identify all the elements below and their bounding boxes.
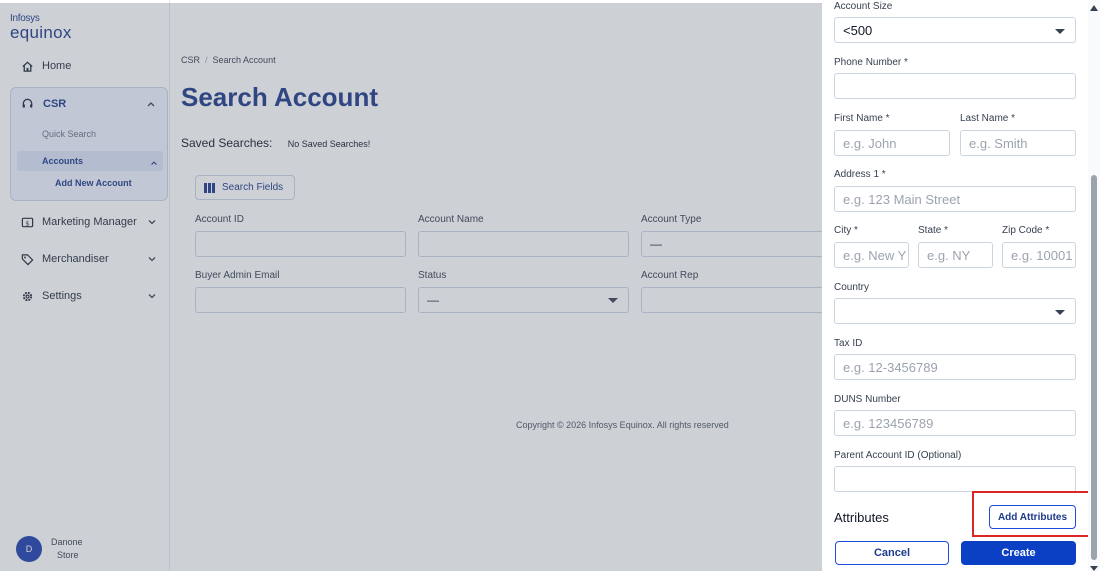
zip-code-input[interactable]: e.g. 10001 <box>1002 242 1076 268</box>
scroll-up-arrow-icon[interactable] <box>1090 5 1098 11</box>
address1-input[interactable]: e.g. 123 Main Street <box>834 186 1076 212</box>
zip-code-placeholder: e.g. 10001 <box>1011 247 1073 263</box>
parent-account-id-input[interactable] <box>834 466 1076 492</box>
state-label: State * <box>918 225 949 236</box>
cancel-button[interactable]: Cancel <box>835 541 949 565</box>
address1-placeholder: e.g. 123 Main Street <box>843 191 961 207</box>
caret-down-icon <box>1055 310 1065 315</box>
last-name-label: Last Name * <box>960 113 1016 124</box>
city-input[interactable]: e.g. New Y <box>834 242 909 268</box>
add-attributes-button[interactable]: Add Attributes <box>989 505 1076 529</box>
duns-number-placeholder: e.g. 123456789 <box>843 415 934 431</box>
zip-code-label: Zip Code * <box>1002 225 1050 236</box>
city-label: City * <box>834 225 858 236</box>
state-placeholder: e.g. NY <box>927 247 971 263</box>
scroll-down-arrow-icon[interactable] <box>1090 566 1098 571</box>
modal-backdrop[interactable] <box>0 3 822 571</box>
last-name-placeholder: e.g. Smith <box>969 135 1028 151</box>
phone-number-input[interactable] <box>834 73 1076 99</box>
country-select[interactable] <box>834 298 1076 324</box>
duns-number-input[interactable]: e.g. 123456789 <box>834 410 1076 436</box>
city-placeholder: e.g. New Y <box>843 247 907 263</box>
phone-number-label: Phone Number * <box>834 57 908 68</box>
parent-account-id-label: Parent Account ID (Optional) <box>834 450 962 461</box>
create-button[interactable]: Create <box>961 541 1076 565</box>
state-input[interactable]: e.g. NY <box>918 242 993 268</box>
account-size-value: <500 <box>843 22 873 38</box>
tax-id-placeholder: e.g. 12-3456789 <box>843 359 938 375</box>
account-size-label: Account Size <box>834 1 893 12</box>
drawer-scrollbar[interactable] <box>1088 0 1100 571</box>
account-size-select[interactable]: <500 <box>834 17 1076 43</box>
last-name-input[interactable]: e.g. Smith <box>960 130 1076 156</box>
first-name-label: First Name * <box>834 113 890 124</box>
tax-id-input[interactable]: e.g. 12-3456789 <box>834 354 1076 380</box>
attributes-heading: Attributes <box>834 510 889 525</box>
tax-id-label: Tax ID <box>834 338 863 349</box>
first-name-input[interactable]: e.g. John <box>834 130 950 156</box>
duns-number-label: DUNS Number <box>834 394 901 405</box>
country-label: Country <box>834 282 870 293</box>
caret-down-icon <box>1055 29 1065 34</box>
create-account-drawer: Account Size <500 Phone Number * First N… <box>822 0 1100 571</box>
first-name-placeholder: e.g. John <box>843 135 897 151</box>
scrollbar-thumb[interactable] <box>1091 175 1097 560</box>
address1-label: Address 1 * <box>834 169 886 180</box>
